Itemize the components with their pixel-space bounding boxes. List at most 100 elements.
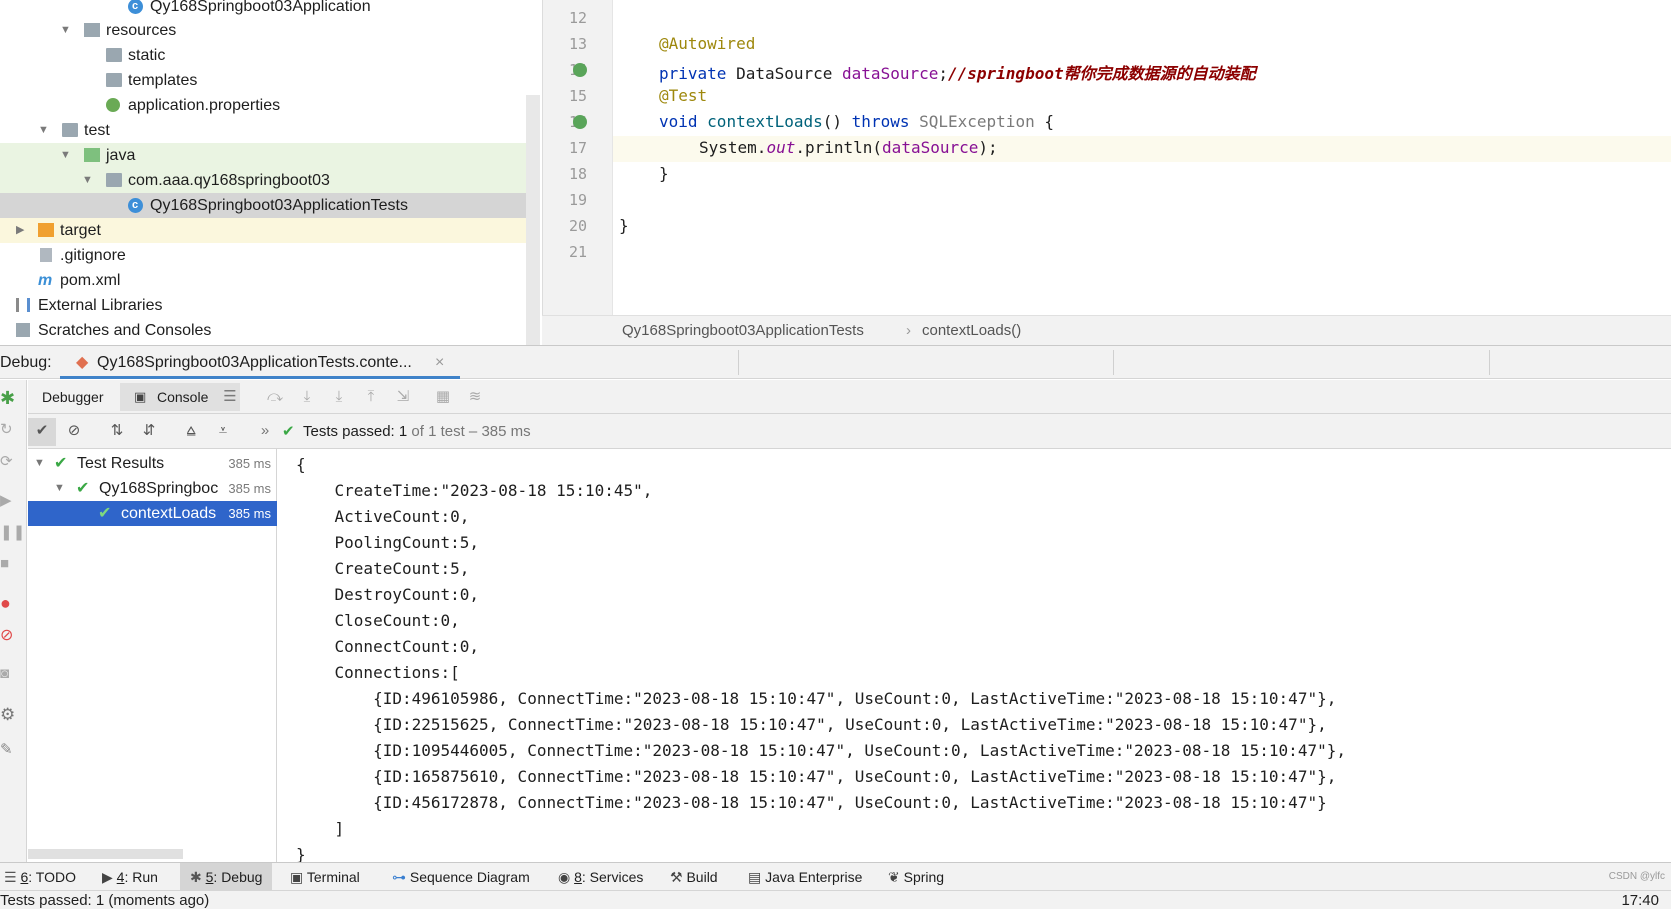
bean-icon[interactable]: [573, 63, 587, 77]
console-line: ActiveCount:0,: [296, 507, 470, 526]
breadcrumb: Qy168Springboot03ApplicationTests › cont…: [542, 315, 1671, 345]
test-results-tree: ▼ ✔ Test Results 385 ms ▼ ✔ Qy168Springb…: [28, 449, 277, 862]
force-step-into-icon[interactable]: ⤓: [328, 386, 350, 408]
sort-alpha-icon[interactable]: ⇅: [106, 420, 128, 442]
project-tree: Qy168Springboot03Application ▼ resources…: [0, 0, 540, 345]
console-line: {ID:22515625, ConnectTime:"2023-08-18 15…: [296, 715, 1327, 734]
console-line: {: [296, 455, 306, 474]
console-output[interactable]: { CreateTime:"2023-08-18 15:10:45", Acti…: [278, 449, 1671, 862]
refresh-icon[interactable]: ⟳: [0, 452, 13, 470]
code-line-18: }: [659, 164, 669, 183]
tree-item-resources[interactable]: ▼ resources: [0, 18, 540, 43]
step-out-icon[interactable]: ⤒: [360, 386, 382, 408]
debug-session-icon: ◆: [76, 354, 89, 371]
breadcrumb-class[interactable]: Qy168Springboot03ApplicationTests: [622, 316, 864, 346]
tree-item-scratches[interactable]: Scratches and Consoles: [0, 318, 540, 343]
tool-window-bar: ☰ 6: TODO ▶ 4: Run ✱ 5: Debug ▣ Terminal…: [0, 862, 1671, 891]
breadcrumb-method[interactable]: contextLoads(): [922, 316, 1021, 346]
code-line-15: @Test: [659, 86, 708, 105]
chevron-down-icon[interactable]: ▼: [54, 476, 65, 501]
tree-item-tests-class[interactable]: Qy168Springboot03ApplicationTests: [0, 193, 540, 218]
chevron-right-icon: ›: [906, 322, 911, 339]
menu-icon[interactable]: ☰: [219, 386, 241, 408]
tool-window-build[interactable]: ⚒ Build: [670, 863, 718, 891]
divider: [1113, 350, 1114, 375]
java-enterprise-icon: ▤: [748, 869, 762, 885]
tree-item-package[interactable]: ▼ com.aaa.qy168springboot03: [0, 168, 540, 193]
test-class-node[interactable]: ▼ ✔ Qy168Springboc 385 ms: [28, 476, 277, 501]
tool-window-todo[interactable]: ☰ 6: TODO: [4, 863, 76, 891]
chevron-down-icon[interactable]: ▼: [60, 143, 71, 168]
console-line: ]: [296, 819, 345, 838]
camera-icon[interactable]: ◙: [0, 665, 9, 682]
more-icon[interactable]: »: [254, 420, 276, 442]
tool-window-services[interactable]: ◉ 8: Services: [558, 863, 643, 891]
step-over-icon[interactable]: ⤼: [264, 386, 286, 408]
run-test-icon[interactable]: [573, 115, 587, 129]
chevron-down-icon[interactable]: ▼: [82, 168, 93, 193]
line-number: 17: [568, 139, 587, 157]
tree-item-gitignore[interactable]: .gitignore: [0, 243, 540, 268]
tree-item-static[interactable]: static: [0, 43, 540, 68]
tree-item-test[interactable]: ▼ test: [0, 118, 540, 143]
library-icon: [16, 298, 30, 312]
breakpoints-icon[interactable]: ●: [0, 593, 11, 614]
expand-all-icon[interactable]: ⩠: [180, 420, 202, 442]
status-time: 17:40: [1621, 892, 1659, 909]
tree-item-templates[interactable]: templates: [0, 68, 540, 93]
gear-icon[interactable]: ⚙: [0, 705, 15, 725]
trace-icon[interactable]: ≋: [464, 386, 486, 408]
code-editor[interactable]: @Autowired private DataSource dataSource…: [612, 0, 1671, 315]
class-icon: [128, 0, 143, 19]
evaluate-icon[interactable]: ▦: [432, 386, 454, 408]
watermark: CSDN @ylfc: [1608, 871, 1665, 882]
console-line: DestroyCount:0,: [296, 585, 480, 604]
tool-window-terminal[interactable]: ▣ Terminal: [290, 863, 360, 891]
debug-toolbar: Debugger ▣ Console ☰ ⤼ ⤓ ⤓ ⤒ ⇲ ▦ ≋: [28, 380, 1671, 414]
tree-item-application-class[interactable]: Qy168Springboot03Application: [0, 0, 540, 19]
debug-label: Debug:: [0, 354, 52, 371]
tree-item-target[interactable]: ▶ target: [0, 218, 540, 243]
tree-scrollbar[interactable]: [526, 95, 540, 345]
tool-window-spring[interactable]: ❦ Spring: [888, 863, 944, 891]
package-icon: [106, 173, 122, 187]
folder-icon: [106, 73, 122, 87]
rerun-icon[interactable]: ✱: [0, 388, 15, 409]
sort-duration-icon[interactable]: ⇵: [138, 420, 160, 442]
pin-icon[interactable]: ✎: [0, 740, 13, 758]
code-line-14: private DataSource dataSource;//springbo…: [659, 64, 1256, 83]
line-number: 18: [568, 165, 587, 183]
tab-debugger[interactable]: Debugger: [42, 380, 104, 414]
test-method-node[interactable]: ✔ contextLoads 385 ms: [28, 501, 277, 526]
tree-item-external-libraries[interactable]: External Libraries: [0, 293, 540, 318]
close-icon[interactable]: ×: [435, 346, 444, 379]
passed-check-icon: ✔: [54, 455, 68, 472]
ignored-icon[interactable]: ⊘: [63, 420, 85, 442]
debug-session-tab[interactable]: ◆ Qy168Springboot03ApplicationTests.cont…: [60, 346, 460, 379]
collapse-all-icon[interactable]: ⩡: [212, 420, 234, 442]
tree-item-java[interactable]: ▼ java: [0, 143, 540, 168]
tree-item-pom[interactable]: m pom.xml: [0, 268, 540, 293]
chevron-down-icon[interactable]: ▼: [38, 118, 49, 143]
tool-window-java-enterprise[interactable]: ▤ Java Enterprise: [748, 863, 862, 891]
spring-icon: ❦: [888, 869, 900, 885]
test-results-root[interactable]: ▼ ✔ Test Results 385 ms: [28, 451, 277, 476]
excluded-folder-icon: [38, 223, 54, 237]
mute-breakpoints-icon[interactable]: ⊘: [0, 625, 13, 645]
chevron-down-icon[interactable]: ▼: [60, 18, 71, 43]
tree-item-application-properties[interactable]: application.properties: [0, 93, 540, 118]
resume-icon[interactable]: ▶: [0, 491, 12, 509]
stop-icon[interactable]: ■: [0, 555, 9, 572]
chevron-right-icon[interactable]: ▶: [16, 218, 24, 243]
tab-console[interactable]: Console: [157, 380, 208, 414]
tool-window-debug[interactable]: ✱ 5: Debug: [180, 863, 273, 891]
chevron-down-icon[interactable]: ▼: [34, 451, 45, 476]
tool-window-sequence-diagram[interactable]: ⊶ Sequence Diagram: [392, 863, 530, 891]
restart-icon[interactable]: ↻: [0, 420, 13, 438]
check-icon[interactable]: ✔: [31, 420, 53, 442]
step-into-icon[interactable]: ⤓: [296, 386, 318, 408]
run-to-cursor-icon[interactable]: ⇲: [392, 386, 414, 408]
results-scrollbar[interactable]: [28, 849, 183, 859]
pause-icon[interactable]: ❚❚: [0, 523, 25, 541]
tool-window-run[interactable]: ▶ 4: Run: [102, 863, 158, 891]
